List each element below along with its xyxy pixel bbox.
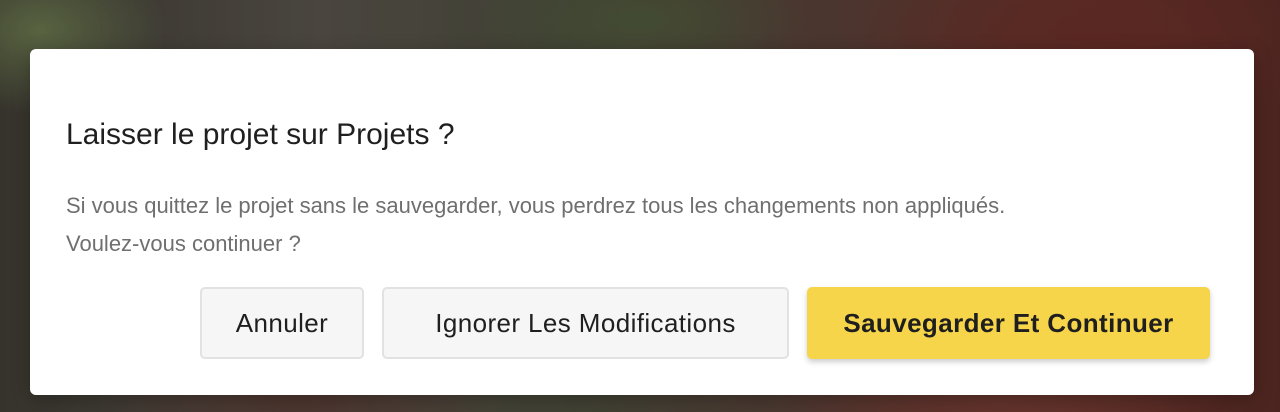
dialog-actions: Annuler Ignorer Les Modifications Sauveg… [200, 287, 1210, 359]
dialog-message-line-1: Si vous quittez le projet sans le sauveg… [66, 193, 1006, 218]
dialog-message: Si vous quittez le projet sans le sauveg… [66, 187, 1216, 263]
ignore-changes-button[interactable]: Ignorer Les Modifications [382, 287, 789, 359]
leave-project-dialog: Laisser le projet sur Projets ? Si vous … [30, 49, 1254, 395]
save-and-continue-button[interactable]: Sauvegarder Et Continuer [807, 287, 1210, 359]
dialog-message-line-2: Voulez-vous continuer ? [66, 231, 301, 256]
cancel-button[interactable]: Annuler [200, 287, 364, 359]
dialog-title: Laisser le projet sur Projets ? [66, 118, 455, 151]
